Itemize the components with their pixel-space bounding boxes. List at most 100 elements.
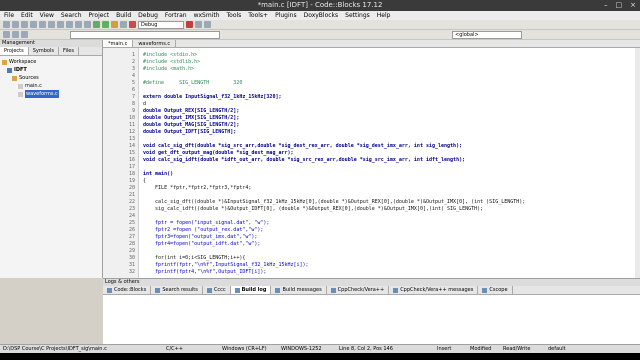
- run-icon[interactable]: [102, 21, 109, 28]
- abort-icon[interactable]: [129, 21, 136, 28]
- save-icon[interactable]: [21, 21, 28, 28]
- build-run-icon[interactable]: [111, 21, 118, 28]
- log-tab-cppcheck-vera-messages[interactable]: CppCheck/Vera++ messages: [389, 286, 479, 294]
- menu-wxsmith[interactable]: wxSmith: [194, 12, 220, 19]
- tree-sources-folder[interactable]: Sources: [2, 74, 100, 82]
- line-number: 25: [128, 220, 135, 226]
- code-line[interactable]: fptr4=fopen("output_idft.dat","w");: [143, 241, 260, 247]
- code-line[interactable]: extern double InputSignal_f32_1kHz_15kHz…: [143, 94, 281, 100]
- menu-help[interactable]: Help: [377, 12, 391, 19]
- line-number: 4: [131, 73, 135, 79]
- code-line[interactable]: for(int i=0;i<SIG_LENGTH;i++){: [143, 255, 245, 261]
- tree-file-main[interactable]: main.c: [2, 82, 100, 90]
- menu-debug[interactable]: Debug: [138, 12, 158, 19]
- code-line[interactable]: fptr = fopen("input_signal.dat", "w");: [143, 220, 269, 226]
- code-line[interactable]: double Output_IMX[SIG_LENGTH/2];: [143, 115, 239, 121]
- line-number: 1: [131, 52, 135, 58]
- undo-icon[interactable]: [39, 21, 46, 28]
- code-line[interactable]: sig_calc_idft((double *)&Output_IDFT[0],…: [143, 206, 483, 212]
- tree-file-waveforms[interactable]: waveforms.c: [2, 90, 100, 98]
- code-line[interactable]: double Output_REX[SIG_LENGTH/2];: [143, 108, 239, 114]
- step-into-icon[interactable]: [195, 21, 202, 28]
- code-line[interactable]: double Output_MAG[SIG_LENGTH/2];: [143, 122, 239, 128]
- line-number: 14: [128, 143, 135, 149]
- cut-icon[interactable]: [57, 21, 64, 28]
- debug-icon[interactable]: [186, 21, 193, 28]
- scope-select[interactable]: <global>: [452, 30, 522, 39]
- menu-build[interactable]: Build: [116, 12, 131, 19]
- tab-projects[interactable]: Projects: [0, 47, 29, 55]
- menu-settings[interactable]: Settings: [345, 12, 370, 19]
- log-tab-build-log[interactable]: Build log: [230, 286, 272, 294]
- log-tab-cccc[interactable]: Cccc: [203, 286, 231, 294]
- menu-project[interactable]: Project: [89, 12, 110, 19]
- tab-waveforms-c[interactable]: waveforms.c: [133, 40, 177, 47]
- vertical-scrollbar[interactable]: [635, 48, 640, 278]
- build-icon[interactable]: [93, 21, 100, 28]
- open-file-icon[interactable]: [12, 21, 19, 28]
- code-line[interactable]: double Output_IDFT[SIG_LENGTH];: [143, 129, 236, 135]
- code-line[interactable]: int main(): [143, 171, 173, 177]
- menu-file[interactable]: File: [4, 12, 14, 19]
- maximize-icon[interactable]: □: [616, 0, 623, 11]
- log-tab-icon: [482, 287, 488, 293]
- code-line[interactable]: #include <math.h>: [143, 66, 194, 72]
- menu-tools-[interactable]: Tools+: [248, 12, 268, 19]
- rebuild-icon[interactable]: [120, 21, 127, 28]
- code-line[interactable]: void calc_sig_dft(double *sig_src_arr,do…: [143, 143, 462, 149]
- code-line[interactable]: #define SIG_LENGTH 320: [143, 80, 242, 86]
- tab-files[interactable]: Files: [59, 47, 79, 55]
- log-tab-label: Code::Blocks: [114, 286, 147, 293]
- tree-workspace[interactable]: Workspace: [2, 58, 100, 66]
- code-line[interactable]: {: [143, 178, 146, 184]
- code-line[interactable]: fprintf(fptr4,"\n%f",Output_IDFT[i]);: [143, 269, 266, 275]
- menu-tools[interactable]: Tools: [227, 12, 242, 19]
- menu-view[interactable]: View: [40, 12, 54, 19]
- line-number: 22: [128, 199, 135, 205]
- file-icon: [18, 83, 23, 89]
- new-file-icon[interactable]: [3, 21, 10, 28]
- log-tab-cscope[interactable]: Cscope: [478, 286, 513, 294]
- code-line[interactable]: void get_dft_output_mag(double *sig_dest…: [143, 150, 294, 156]
- code-line[interactable]: fptr2 =fopen ("output_rex.dat","w");: [143, 227, 263, 233]
- editor-pane[interactable]: *main.c waveforms.c 1 2 3 4 5 6 7 8 9 10 11 12 13 14 1…: [103, 40, 640, 278]
- line-number: 3: [131, 66, 135, 72]
- menu-doxyblocks[interactable]: DoxyBlocks: [304, 12, 339, 19]
- jump-back-icon[interactable]: [12, 31, 19, 38]
- code-line[interactable]: #include <stdio.h>: [143, 52, 197, 58]
- step-out-icon[interactable]: [204, 21, 211, 28]
- code-line[interactable]: FILE *fptr,*fptr2,*fptr3,*fptr4;: [143, 185, 251, 191]
- find-icon[interactable]: [84, 21, 91, 28]
- code-line[interactable]: d: [143, 101, 146, 107]
- tree-project[interactable]: IDFT: [2, 66, 100, 74]
- code-line[interactable]: void calc_sig_idft(double *idft_out_arr,…: [143, 157, 465, 163]
- status-bar: D:\DSP Course\C Projects\IDFT_sig\main.c…: [0, 344, 640, 353]
- line-number: 9: [131, 108, 135, 114]
- menu-fortran[interactable]: Fortran: [165, 12, 187, 19]
- code-line[interactable]: fptr3=fopen("output_imx.dat","w");: [143, 234, 257, 240]
- menu-plugins[interactable]: Plugins: [275, 12, 297, 19]
- save-all-icon[interactable]: [30, 21, 37, 28]
- tab-symbols[interactable]: Symbols: [29, 47, 59, 55]
- code-area[interactable]: #include <stdio.h> #include <stdlib.h> #in…: [143, 48, 640, 278]
- log-tab-build-messages[interactable]: Build messages: [271, 286, 327, 294]
- log-tab-search-results[interactable]: Search results: [151, 286, 203, 294]
- log-tab-cppcheck-vera-[interactable]: CppCheck/Vera++: [327, 286, 390, 294]
- log-tab-code-blocks[interactable]: Code::Blocks: [103, 286, 152, 294]
- jump-forward-icon[interactable]: [21, 31, 28, 38]
- tab-main-c[interactable]: *main.c: [103, 40, 134, 47]
- menu-search[interactable]: Search: [61, 12, 82, 19]
- code-line[interactable]: #include <stdlib.h>: [143, 59, 200, 65]
- search-field[interactable]: [70, 30, 220, 39]
- redo-icon[interactable]: [48, 21, 55, 28]
- menu-edit[interactable]: Edit: [21, 12, 33, 19]
- paste-icon[interactable]: [75, 21, 82, 28]
- minimize-icon[interactable]: –: [604, 0, 608, 11]
- copy-icon[interactable]: [66, 21, 73, 28]
- workspace-icon: [2, 59, 7, 65]
- bookmark-icon[interactable]: [3, 31, 10, 38]
- close-icon[interactable]: ×: [630, 0, 636, 11]
- code-line[interactable]: calc_sig_dft((double *)&InputSignal_f32_…: [143, 199, 525, 205]
- code-line[interactable]: fprintf(fptr,"\n%f",InputSignal_f32_1kHz…: [143, 262, 309, 268]
- build-target-select[interactable]: Debug: [138, 20, 184, 29]
